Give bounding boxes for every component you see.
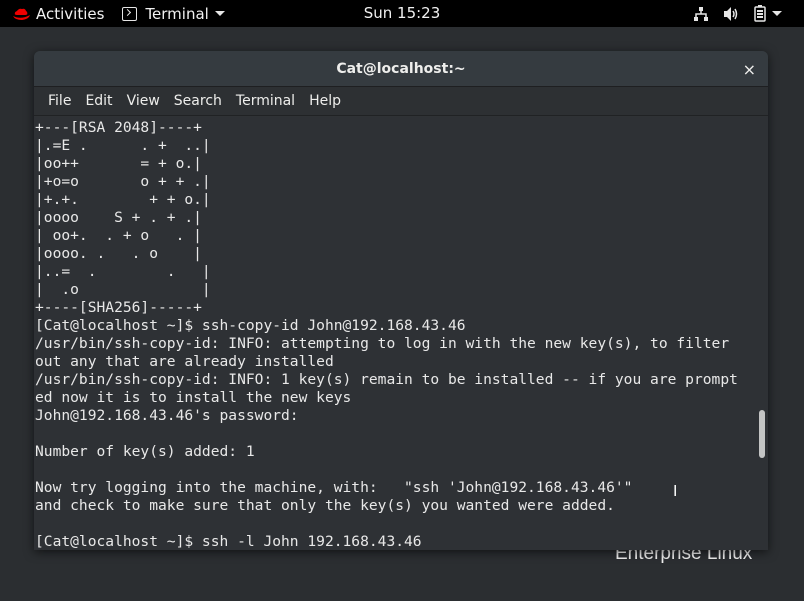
terminal-line: out any that are already installed [35, 353, 334, 370]
scrollbar-thumb[interactable] [759, 410, 765, 458]
close-button[interactable]: × [743, 60, 756, 79]
chevron-down-icon [214, 11, 225, 16]
terminal-window[interactable]: Cat@localhost:~ × File Edit View Search … [34, 51, 768, 550]
terminal-line: | oo+. . + o . | [35, 227, 202, 244]
menu-search[interactable]: Search [167, 93, 229, 109]
terminal-line: John@192.168.43.46's password: [35, 407, 299, 424]
redhat-logo-icon[interactable] [12, 6, 31, 22]
system-tray[interactable] [693, 0, 782, 27]
terminal-line: and check to make sure that only the key… [35, 497, 615, 514]
terminal-line: +----[SHA256]-----+ [35, 299, 202, 316]
terminal-line: /usr/bin/ssh-copy-id: INFO: 1 key(s) rem… [35, 371, 738, 388]
battery-icon [754, 5, 766, 22]
terminal-line: Number of key(s) added: 1 [35, 443, 255, 460]
terminal-line: | .o | [35, 281, 211, 298]
top-bar: Activities Terminal Sun 15:23 [0, 0, 804, 27]
window-titlebar[interactable]: Cat@localhost:~ × [34, 51, 768, 87]
network-icon [694, 6, 708, 21]
terminal-line: |..= . . | [35, 263, 211, 280]
terminal-line: |+.+. + + o.| [35, 191, 211, 208]
app-menu-label: Terminal [145, 4, 209, 23]
terminal-line: ed now it is to install the new keys [35, 389, 352, 406]
menu-edit[interactable]: Edit [78, 93, 119, 109]
terminal-line: |oooo S + . + .| [35, 209, 202, 226]
terminal-output[interactable]: +---[RSA 2048]----+ |.=E . . + ..| |oo++ =… [34, 117, 768, 550]
terminal-line: +---[RSA 2048]----+ [35, 119, 202, 136]
clock[interactable]: Sun 15:23 [364, 4, 441, 22]
mouse-cursor-ibeam-icon: I [673, 482, 678, 500]
terminal-text: +---[RSA 2048]----+ |.=E . . + ..| |oo++ =… [35, 119, 738, 550]
terminal-line: |+o=o o + + .| [35, 173, 211, 190]
terminal-line: |oooo. . . o | [35, 245, 202, 262]
window-title: Cat@localhost:~ [336, 60, 466, 77]
menu-help[interactable]: Help [302, 93, 348, 109]
app-menu-terminal[interactable]: Terminal [122, 4, 225, 23]
activities-button[interactable]: Activities [36, 5, 104, 23]
terminal-line: [Cat@localhost ~]$ ssh-copy-id John@192.… [35, 317, 466, 334]
menu-file[interactable]: File [41, 93, 78, 109]
terminal-line: |.=E . . + ..| [35, 137, 211, 154]
menu-bar: File Edit View Search Terminal Help [34, 87, 768, 116]
chevron-down-icon [772, 11, 782, 16]
volume-icon [724, 6, 738, 21]
terminal-line: [Cat@localhost ~]$ ssh -l John 192.168.4… [35, 533, 422, 550]
terminal-line: /usr/bin/ssh-copy-id: INFO: attempting t… [35, 335, 730, 352]
scrollbar[interactable] [758, 119, 766, 549]
menu-view[interactable]: View [120, 93, 167, 109]
terminal-icon [122, 6, 138, 21]
menu-terminal[interactable]: Terminal [229, 93, 302, 109]
terminal-line: Now try logging into the machine, with: … [35, 479, 633, 496]
terminal-line: |oo++ = + o.| [35, 155, 202, 172]
